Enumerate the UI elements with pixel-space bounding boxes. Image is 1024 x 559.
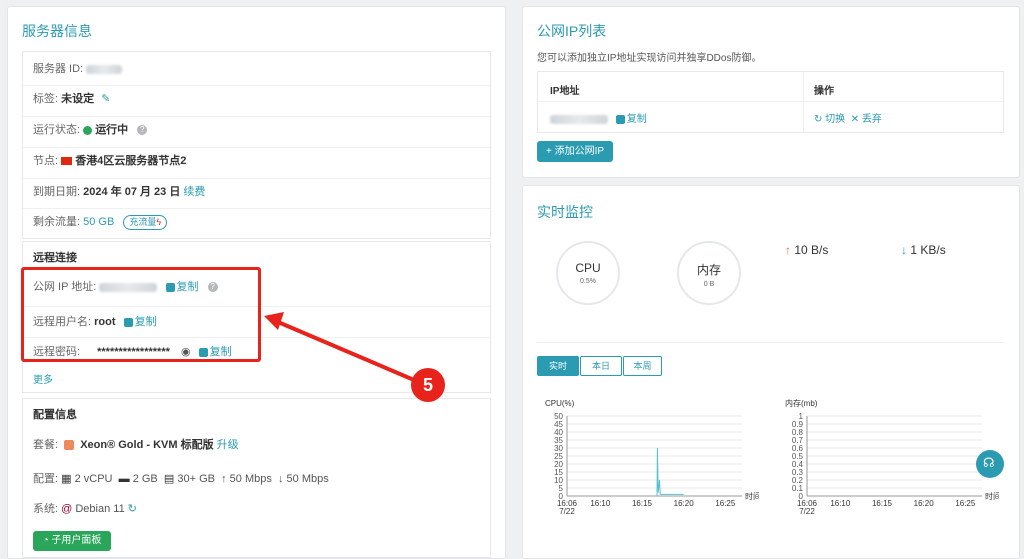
callout-arrow (264, 312, 415, 382)
headset-icon: ☊ (983, 455, 995, 470)
step-marker: 5 (411, 368, 445, 402)
support-button[interactable]: ☊ (976, 450, 1004, 478)
